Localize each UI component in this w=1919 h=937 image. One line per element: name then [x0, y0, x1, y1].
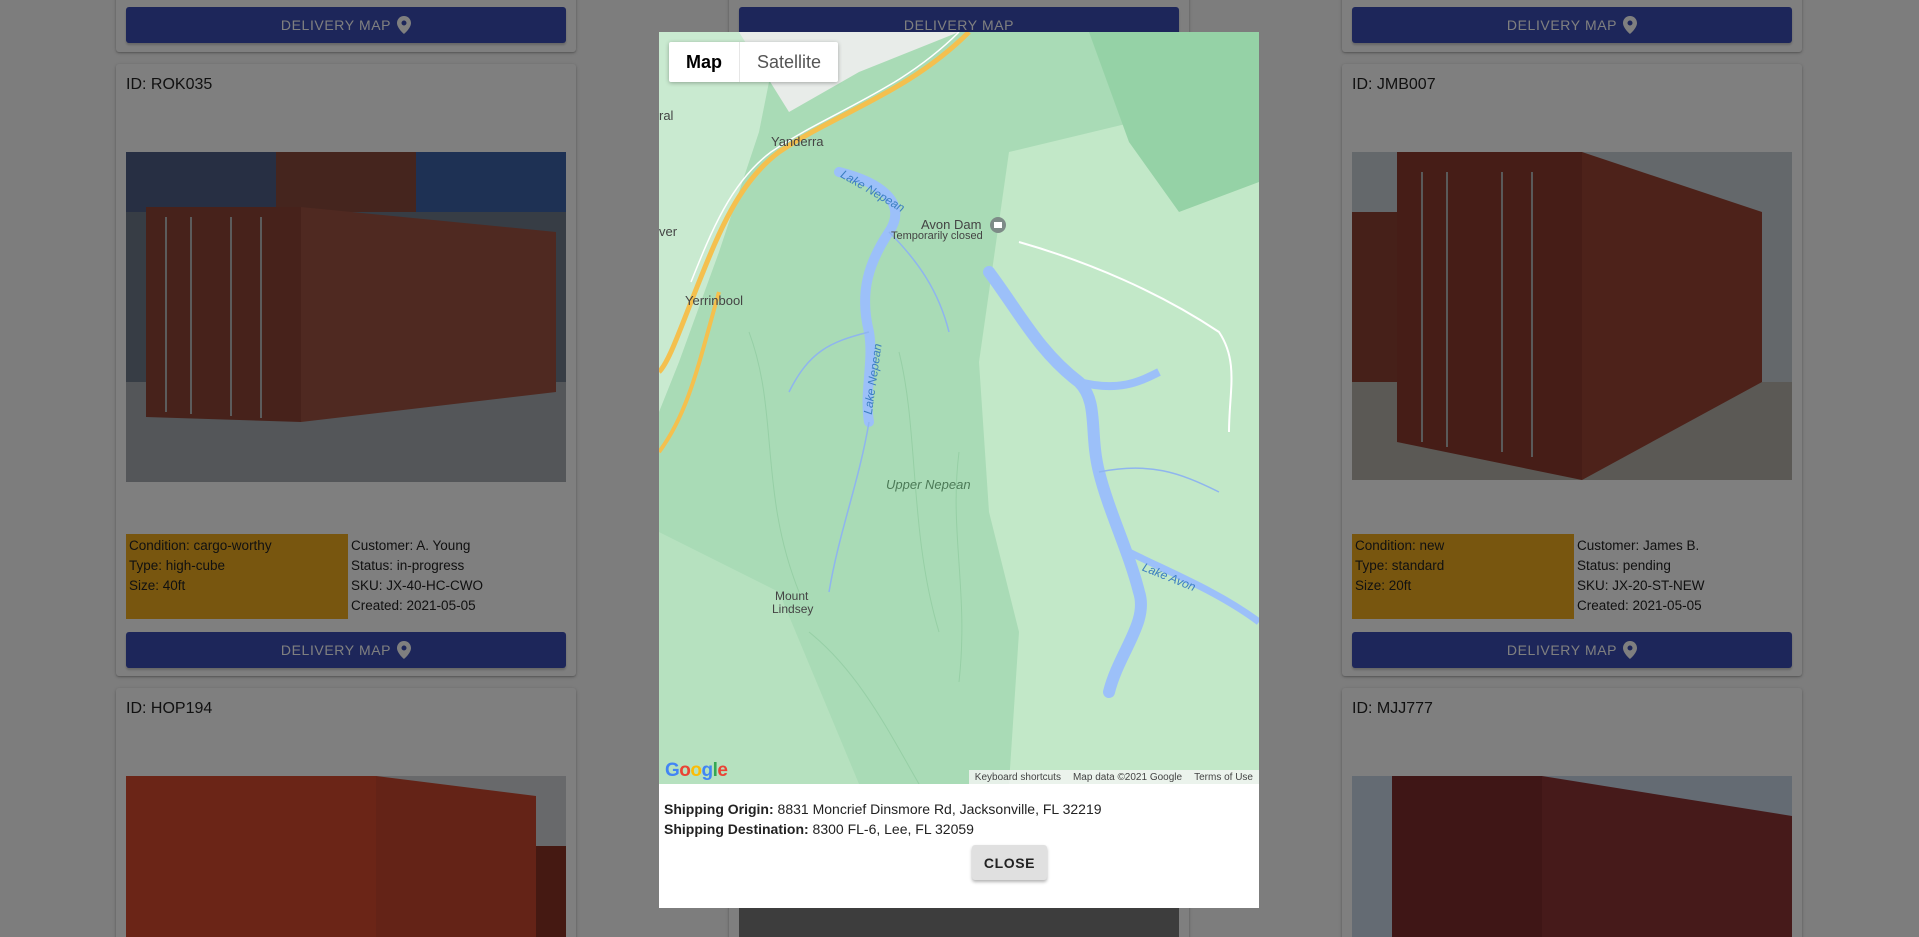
- map-type-map-button[interactable]: Map: [669, 42, 740, 82]
- map-data-attribution: Map data ©2021 Google: [1072, 771, 1183, 783]
- map-label: Yanderra: [771, 134, 824, 149]
- shipping-origin: Shipping Origin: 8831 Moncrief Dinsmore …: [664, 801, 1102, 817]
- shipping-destination: Shipping Destination: 8300 FL-6, Lee, FL…: [664, 821, 974, 837]
- map-label: ver: [659, 224, 678, 239]
- google-logo: Google: [665, 760, 728, 781]
- map-label: Mount: [775, 589, 809, 603]
- map-type-control: Map Satellite: [669, 42, 839, 82]
- map-label: Temporarily closed: [891, 230, 983, 242]
- close-button[interactable]: CLOSE: [972, 845, 1047, 880]
- map-label: Upper Nepean: [886, 477, 971, 492]
- map-label: Yerrinbool: [685, 293, 744, 308]
- google-map[interactable]: ral ver Yanderra Yerrinbool Avon Dam Tem…: [659, 32, 1259, 784]
- map-type-satellite-button[interactable]: Satellite: [740, 42, 838, 82]
- map-label: ral: [659, 108, 674, 123]
- map-label: Lindsey: [772, 602, 814, 616]
- delivery-map-dialog: ral ver Yanderra Yerrinbool Avon Dam Tem…: [659, 32, 1259, 908]
- map-footer: Keyboard shortcuts Map data ©2021 Google…: [968, 770, 1259, 784]
- keyboard-shortcuts-link[interactable]: Keyboard shortcuts: [969, 772, 1067, 783]
- terms-of-use-link[interactable]: Terms of Use: [1188, 772, 1259, 783]
